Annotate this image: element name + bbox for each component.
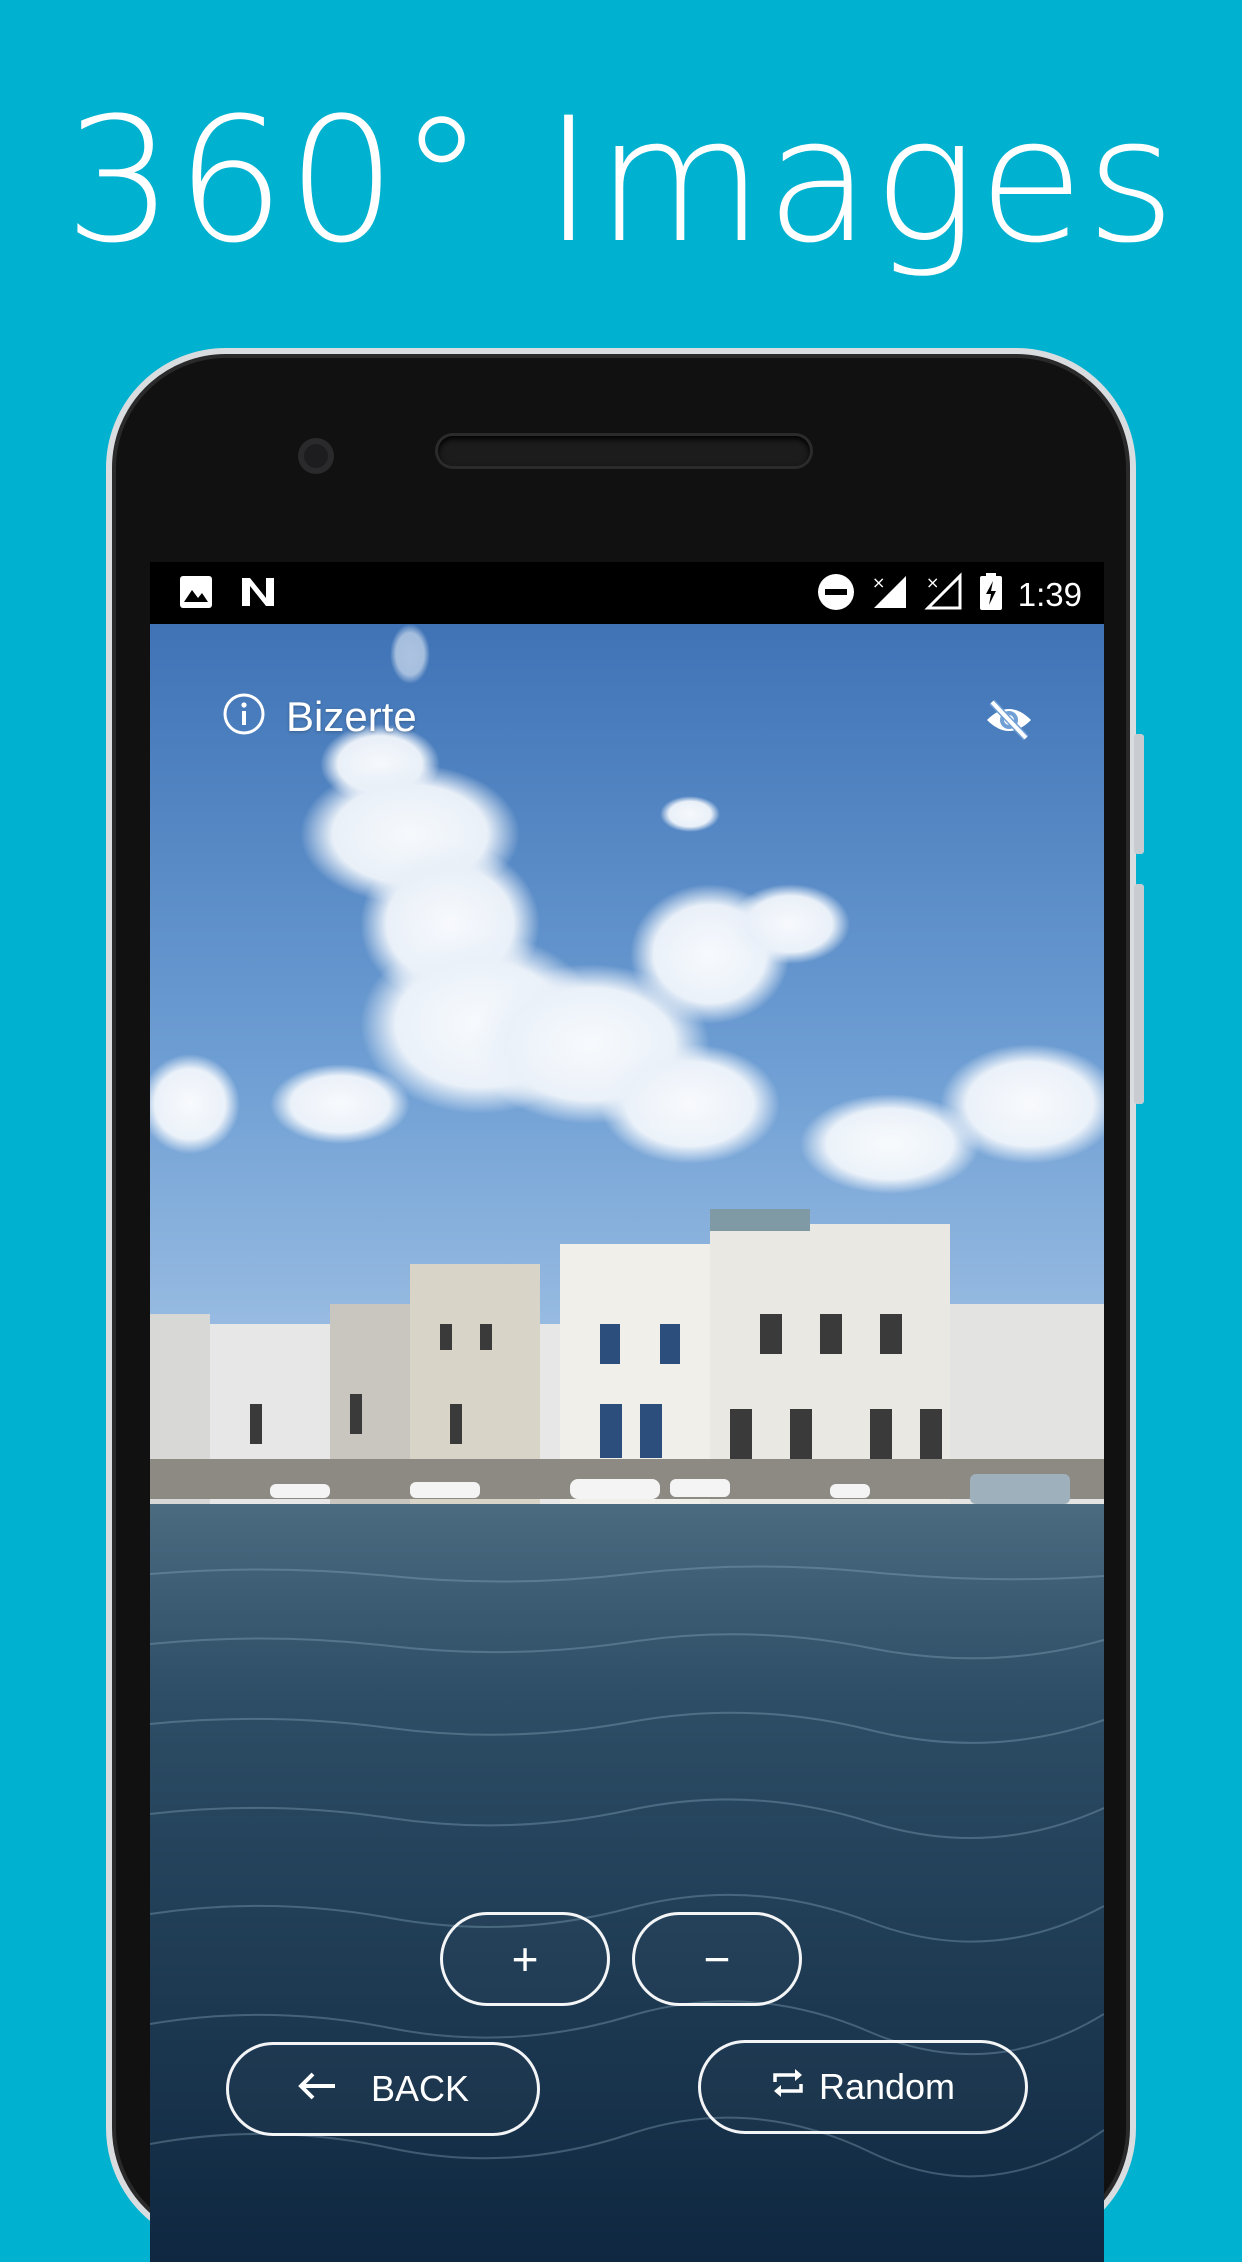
n-icon [238,574,278,615]
dnd-icon [816,572,856,617]
earpiece-speaker [438,436,810,466]
front-camera [298,438,334,474]
zoom-in-button[interactable]: + [440,1912,610,2006]
status-right-icons: × × 1:39 [816,572,1082,617]
location-label[interactable]: Bizerte [222,692,417,741]
svg-text:×: × [926,573,939,592]
phone-volume-button [1134,734,1144,854]
svg-text:×: × [872,573,885,592]
location-name: Bizerte [286,692,417,740]
status-clock: 1:39 [1017,575,1082,613]
phone-frame: × × 1:39 Bizerte + − BACK Random [106,348,1144,2262]
phone-power-button [1134,884,1144,1104]
phone-screen: × × 1:39 Bizerte + − BACK Random [150,562,1104,2262]
info-icon[interactable] [222,692,266,741]
headline: 360° Images [64,80,1178,281]
zoom-in-label: + [511,1933,539,1985]
status-bar: × × 1:39 [150,562,1104,624]
random-label: Random [818,2066,956,2107]
status-left-icons [178,574,278,615]
random-button[interactable]: Random [698,2040,1028,2134]
back-label: BACK [370,2068,470,2109]
zoom-out-button[interactable]: − [632,1912,802,2006]
back-button[interactable]: BACK [226,2042,540,2136]
eye-off-icon[interactable] [984,698,1034,742]
signal-x-icon: × [924,572,964,617]
repeat-icon [771,2066,805,2109]
panorama-view[interactable] [150,624,1104,2262]
arrow-left-icon [297,2068,337,2110]
battery-charging-icon [978,572,1004,617]
signal-icon: × [870,572,910,617]
zoom-out-label: − [703,1933,731,1985]
image-icon [178,574,214,615]
